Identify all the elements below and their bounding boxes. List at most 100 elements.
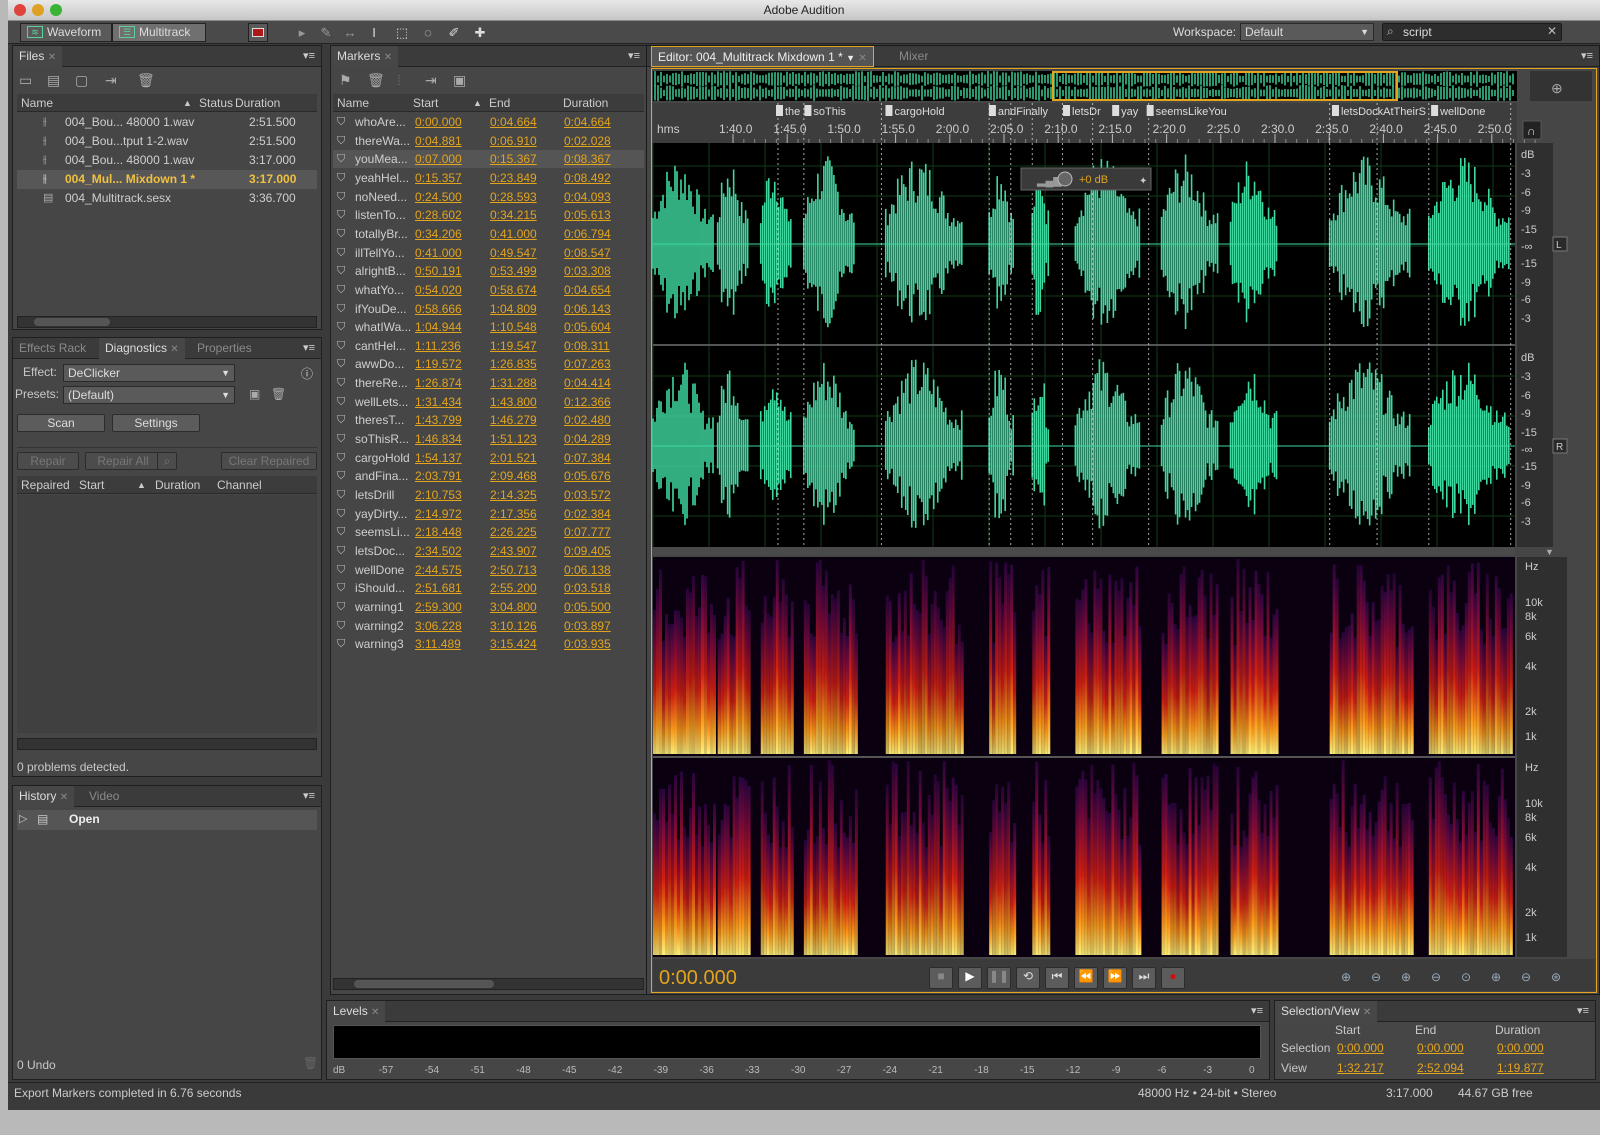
marker-start[interactable]: 0:15.357 — [415, 169, 462, 187]
record-icon[interactable]: ● — [1161, 967, 1185, 989]
marker-label[interactable]: seemsLikeYou — [1156, 106, 1227, 118]
search-field[interactable]: ⌕ script ✕ — [1382, 23, 1562, 41]
marker-start[interactable]: 1:11.236 — [415, 337, 461, 355]
repair-all-button[interactable]: Repair All — [85, 452, 161, 470]
time-selection-tool-icon[interactable]: I — [364, 23, 384, 42]
selection-start-field[interactable]: 0:00.000 — [1337, 1041, 1384, 1055]
skip-to-end-icon[interactable]: ⏭ — [1132, 967, 1156, 989]
marker-row[interactable]: ⛉ warning1 2:59.300 3:04.800 0:05.500 — [333, 598, 644, 616]
tab-files[interactable]: Files ✕ — [13, 46, 63, 67]
merge-markers-icon[interactable]: ⁞ — [397, 72, 401, 88]
insert-into-multitrack-icon[interactable]: ⇥ — [105, 72, 117, 89]
save-preset-icon[interactable]: ▣ — [249, 387, 260, 401]
marker-row[interactable]: ⛉ cargoHold 1:54.137 2:01.521 0:07.384 — [333, 449, 644, 467]
file-row[interactable]: ⫲ 004_Bou... 48000 1.wav 2:51.500 — [17, 113, 317, 132]
spectral-display-button[interactable] — [248, 23, 268, 42]
marker-start[interactable]: 2:18.448 — [415, 523, 462, 541]
marker-end[interactable]: 1:10.548 — [490, 318, 537, 336]
clear-repaired-button[interactable]: Clear Repaired — [221, 452, 317, 470]
marker-duration[interactable]: 0:05.604 — [564, 318, 611, 336]
marker-duration[interactable]: 0:05.613 — [564, 206, 611, 224]
marker-duration[interactable]: 0:12.366 — [564, 393, 611, 411]
panel-menu-icon[interactable]: ▾≡ — [303, 49, 315, 62]
marker-row[interactable]: ⛉ thereRe... 1:26.874 1:31.288 0:04.414 — [333, 374, 644, 392]
view-duration-field[interactable]: 1:19.877 — [1497, 1061, 1544, 1075]
add-marker-icon[interactable]: ⚑ — [339, 72, 352, 89]
marker-label[interactable]: cargoHold — [894, 106, 944, 118]
minimize-window-button[interactable] — [32, 4, 44, 16]
marker-start[interactable]: 0:34.206 — [415, 225, 462, 243]
stop-icon[interactable]: ■ — [929, 967, 953, 989]
marker-row[interactable]: ⛉ whatYo... 0:54.020 0:58.674 0:04.654 — [333, 281, 644, 299]
zoom-navigator-icon[interactable]: ⊕ — [1551, 80, 1563, 96]
marker-row[interactable]: ⛉ alrightB... 0:50.191 0:53.499 0:03.308 — [333, 262, 644, 280]
marker-row[interactable]: ⛉ awwDo... 1:19.572 1:26.835 0:07.263 — [333, 355, 644, 373]
marker-label[interactable]: letsDockAtTheirS — [1341, 106, 1426, 118]
pin-icon[interactable]: ✦ — [1139, 176, 1147, 187]
tab-selection-view[interactable]: Selection/View ✕ — [1275, 1001, 1378, 1022]
marker-row[interactable]: ⛉ ifYouDe... 0:58.666 1:04.809 0:06.143 — [333, 300, 644, 318]
marker-end[interactable]: 1:46.279 — [490, 411, 537, 429]
marker-end[interactable]: 0:28.593 — [490, 188, 537, 206]
file-row[interactable]: ⫲ 004_Mul... Mixdown 1 * 3:17.000 — [17, 170, 317, 189]
marker-start[interactable]: 1:31.434 — [415, 393, 462, 411]
marker-duration[interactable]: 0:06.794 — [564, 225, 611, 243]
marker-start[interactable]: 2:44.575 — [415, 561, 462, 579]
delete-marker-icon[interactable]: 🗑 — [367, 72, 385, 89]
razor-tool-icon[interactable]: ✎ — [316, 23, 336, 42]
trash-icon[interactable]: 🗑 — [137, 72, 155, 89]
marker-end[interactable]: 1:51.123 — [490, 430, 537, 448]
marker-end[interactable]: 0:49.547 — [490, 244, 537, 262]
marker-start[interactable]: 0:54.020 — [415, 281, 462, 299]
panel-menu-icon[interactable]: ▾≡ — [1577, 1004, 1589, 1017]
marker-end[interactable]: 0:53.499 — [490, 262, 537, 280]
trash-icon[interactable]: 🗑 — [303, 1056, 318, 1070]
zoom-tracks-icon[interactable]: ⊛ — [1551, 970, 1561, 984]
marker-start[interactable]: 3:11.489 — [415, 635, 461, 653]
marker-end[interactable]: 1:43.800 — [490, 393, 537, 411]
marker-start[interactable]: 0:07.000 — [415, 150, 462, 168]
marker-row[interactable]: ⛉ noNeed... 0:24.500 0:28.593 0:04.093 — [333, 188, 644, 206]
spot-healing-tool-icon[interactable]: ✚ — [470, 23, 490, 42]
marker-label[interactable]: the — [785, 106, 800, 118]
marker-end[interactable]: 1:04.809 — [490, 300, 537, 318]
history-item[interactable]: ▷ ▤ Open — [17, 810, 317, 830]
skip-to-start-icon[interactable]: ⏮ — [1045, 967, 1069, 989]
time-display[interactable]: 0:00.000 — [659, 967, 737, 990]
multitrack-mode-button[interactable]: ☰ Multitrack — [112, 23, 206, 42]
scrollbar-thumb[interactable] — [34, 318, 110, 326]
marker-end[interactable]: 0:23.849 — [490, 169, 537, 187]
marker-row[interactable]: ⛉ illTellYo... 0:41.000 0:49.547 0:08.547 — [333, 244, 644, 262]
panel-menu-icon[interactable]: ▾≡ — [628, 49, 640, 62]
marker-end[interactable]: 1:31.288 — [490, 374, 537, 392]
files-horizontal-scrollbar[interactable] — [17, 316, 317, 328]
marker-start[interactable]: 2:34.502 — [415, 542, 462, 560]
marker-row[interactable]: ⛉ yayDirty... 2:14.972 2:17.356 0:02.384 — [333, 505, 644, 523]
scan-button[interactable]: Scan — [17, 414, 105, 432]
marker-row[interactable]: ⛉ listenTo... 0:28.602 0:34.215 0:05.613 — [333, 206, 644, 224]
loop-icon[interactable]: ⟲ — [1016, 967, 1040, 989]
view-start-field[interactable]: 1:32.217 — [1337, 1061, 1384, 1075]
tab-properties[interactable]: Properties — [191, 338, 258, 359]
marker-start[interactable]: 0:24.500 — [415, 188, 462, 206]
zoom-out-amplitude-icon[interactable]: ⊖ — [1371, 970, 1381, 984]
marker-row[interactable]: ⛉ totallyBr... 0:34.206 0:41.000 0:06.794 — [333, 225, 644, 243]
marker-start[interactable]: 2:14.972 — [415, 505, 462, 523]
marker-start[interactable]: 1:04.944 — [415, 318, 462, 336]
marker-row[interactable]: ⛉ letsDoc... 2:34.502 2:43.907 0:09.405 — [333, 542, 644, 560]
marker-row[interactable]: ⛉ warning3 3:11.489 3:15.424 0:03.935 — [333, 635, 644, 653]
file-row[interactable]: ⫲ 004_Bou... 48000 1.wav 3:17.000 — [17, 151, 317, 170]
marker-duration[interactable]: 0:08.492 — [564, 169, 611, 187]
marker-duration[interactable]: 0:07.777 — [564, 523, 611, 541]
tab-history[interactable]: History ✕ — [13, 786, 75, 807]
scrollbar-thumb[interactable] — [354, 980, 494, 988]
marker-end[interactable]: 3:04.800 — [490, 598, 537, 616]
marquee-tool-icon[interactable]: ⬚ — [392, 23, 412, 42]
marker-start[interactable]: 1:19.572 — [415, 355, 462, 373]
marker-label[interactable]: yay — [1121, 106, 1139, 118]
marker-duration[interactable]: 0:04.664 — [564, 113, 611, 131]
marker-end[interactable]: 2:43.907 — [490, 542, 537, 560]
move-tool-icon[interactable]: ▸ — [292, 23, 312, 42]
marker-duration[interactable]: 0:03.572 — [564, 486, 611, 504]
marker-duration[interactable]: 0:03.935 — [564, 635, 611, 653]
